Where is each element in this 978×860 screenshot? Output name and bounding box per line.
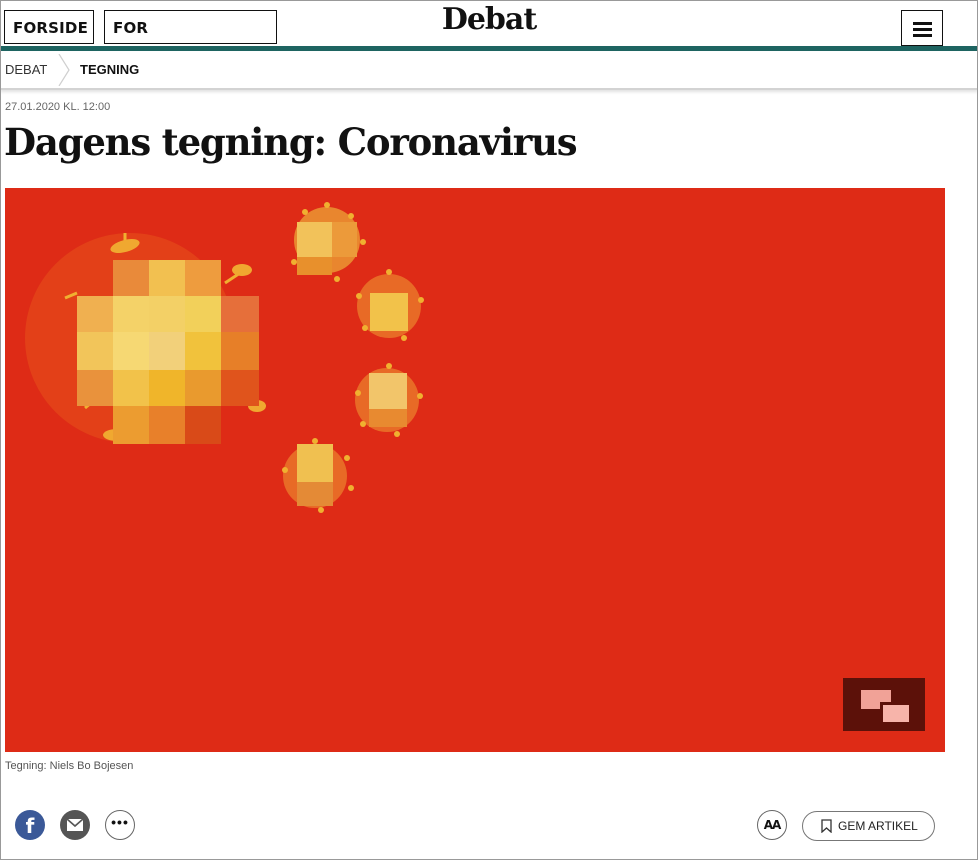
chevron-right-icon [58, 54, 70, 86]
font-size-icon: AA [763, 818, 782, 832]
article-title: Dagens tegning: Coronavirus [4, 120, 578, 164]
gallery-icon-front [880, 702, 909, 722]
small-virus-icon [355, 363, 423, 437]
more-share-button[interactable]: ••• [105, 810, 135, 840]
breadcrumb: DEBAT TEGNING [0, 52, 978, 90]
large-virus-icon [25, 233, 266, 444]
image-caption: Tegning: Niels Bo Bojesen [5, 760, 134, 772]
site-header: FORSIDE FOR ABONNENTER Debat [0, 0, 978, 71]
save-article-button[interactable]: GEM ARTIKEL [802, 811, 935, 841]
bookmark-icon [821, 819, 832, 833]
breadcrumb-debat[interactable]: DEBAT [5, 62, 47, 77]
virus-flag-illustration [25, 202, 424, 513]
email-share-button[interactable] [60, 810, 90, 840]
envelope-icon [66, 818, 84, 831]
more-dots-icon: ••• [111, 814, 129, 830]
hamburger-icon-bar [913, 28, 932, 31]
facebook-share-button[interactable]: f [15, 810, 45, 840]
header-accent-bar [0, 46, 978, 51]
hamburger-icon-bar [913, 34, 932, 37]
breadcrumb-tegning[interactable]: TEGNING [80, 62, 139, 77]
save-article-label: GEM ARTIKEL [838, 819, 918, 833]
gallery-button[interactable] [843, 678, 925, 731]
menu-button[interactable] [901, 10, 943, 46]
facebook-icon: f [25, 814, 35, 838]
small-virus-icon [282, 438, 354, 513]
small-virus-icon [291, 202, 366, 282]
article-image[interactable] [5, 188, 945, 752]
hamburger-icon [913, 22, 932, 25]
font-size-button[interactable]: AA [757, 810, 787, 840]
site-logo[interactable]: Debat [0, 2, 978, 37]
small-virus-icon [356, 269, 424, 341]
article-date: 27.01.2020 KL. 12:00 [5, 101, 111, 113]
